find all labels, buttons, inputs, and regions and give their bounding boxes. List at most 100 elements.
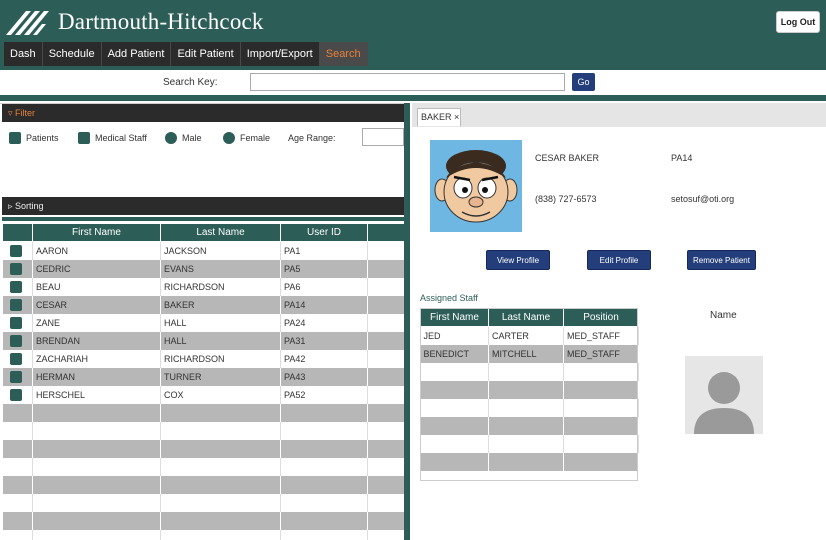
- row-checkbox[interactable]: [9, 244, 22, 257]
- table-row[interactable]: HERMAN TURNER PA43: [2, 367, 405, 386]
- go-button[interactable]: Go: [572, 73, 595, 91]
- staff-last-name-cell: CARTER: [488, 326, 564, 345]
- filter-male-option[interactable]: Male: [165, 131, 202, 145]
- row-select-cell: [2, 241, 33, 260]
- empty-staff-row: [420, 416, 639, 435]
- row-checkbox[interactable]: [9, 280, 22, 293]
- staff-col-last-name[interactable]: Last Name: [488, 308, 564, 327]
- empty-cell: [32, 511, 161, 530]
- row-checkbox[interactable]: [9, 334, 22, 347]
- empty-cell: [563, 398, 639, 417]
- empty-cell: [160, 457, 281, 476]
- empty-cell: [280, 511, 368, 530]
- first-name-cell: BEAU: [32, 277, 161, 296]
- empty-cell: [160, 493, 281, 512]
- empty-cell: [32, 403, 161, 422]
- row-checkbox[interactable]: [9, 370, 22, 383]
- user-id-cell: PA24: [280, 313, 368, 332]
- staff-position-cell: MED_STAFF: [563, 344, 639, 363]
- nav-tab-import-export[interactable]: Import/Export: [241, 42, 320, 66]
- table-row[interactable]: CESAR BAKER PA14: [2, 295, 405, 314]
- filter-female-option[interactable]: Female: [223, 131, 270, 145]
- male-radio[interactable]: [165, 132, 177, 144]
- view-profile-button[interactable]: View Profile: [486, 250, 550, 270]
- staff-row[interactable]: BENEDICT MITCHELL MED_STAFF: [420, 344, 639, 363]
- table-row[interactable]: ZANE HALL PA24: [2, 313, 405, 332]
- empty-cell: [367, 457, 405, 476]
- filter-patients-option[interactable]: Patients: [9, 131, 59, 145]
- extra-cell: [367, 331, 405, 350]
- sorting-header[interactable]: ▹ Sorting: [2, 197, 404, 215]
- first-name-cell: HERSCHEL: [32, 385, 161, 404]
- empty-cell: [2, 475, 33, 494]
- age-range-input[interactable]: [362, 128, 404, 146]
- empty-cell: [367, 403, 405, 422]
- extra-cell: [367, 385, 405, 404]
- first-name-cell: ZACHARIAH: [32, 349, 161, 368]
- empty-cell: [2, 439, 33, 458]
- table-row[interactable]: CEDRIC EVANS PA5: [2, 259, 405, 278]
- col-last-name-header[interactable]: Last Name: [160, 223, 281, 242]
- main-nav: Dash Schedule Add Patient Edit Patient I…: [4, 42, 368, 66]
- filter-medical-staff-option[interactable]: Medical Staff: [78, 131, 147, 145]
- empty-cell: [2, 529, 33, 540]
- panel-separator[interactable]: [404, 103, 410, 540]
- last-name-cell: TURNER: [160, 367, 281, 386]
- nav-tab-edit-patient[interactable]: Edit Patient: [171, 42, 241, 66]
- patient-user-id: PA14: [671, 153, 693, 163]
- empty-cell: [420, 452, 489, 471]
- col-user-id-header[interactable]: User ID: [280, 223, 368, 242]
- search-input[interactable]: [250, 73, 565, 91]
- table-row[interactable]: BEAU RICHARDSON PA6: [2, 277, 405, 296]
- logo-mark-icon: [6, 11, 49, 35]
- medical-staff-checkbox[interactable]: [78, 132, 90, 144]
- nav-tab-dash[interactable]: Dash: [4, 42, 43, 66]
- staff-first-name-cell: JED: [420, 326, 489, 345]
- nav-tab-schedule[interactable]: Schedule: [43, 42, 102, 66]
- table-row[interactable]: HERSCHEL COX PA52: [2, 385, 405, 404]
- staff-col-first-name[interactable]: First Name: [420, 308, 489, 327]
- staff-col-position[interactable]: Position: [563, 308, 639, 327]
- patients-checkbox[interactable]: [9, 132, 21, 144]
- empty-cell: [563, 362, 639, 381]
- last-name-cell: EVANS: [160, 259, 281, 278]
- empty-cell: [488, 362, 564, 381]
- row-checkbox[interactable]: [9, 298, 22, 311]
- extra-cell: [367, 295, 405, 314]
- empty-cell: [2, 493, 33, 512]
- row-checkbox[interactable]: [9, 262, 22, 275]
- chevron-right-icon: ▹: [8, 201, 16, 211]
- logout-button[interactable]: Log Out: [776, 11, 820, 33]
- user-id-cell: PA5: [280, 259, 368, 278]
- empty-table-row: [2, 457, 405, 476]
- table-row[interactable]: BRENDAN HALL PA31: [2, 331, 405, 350]
- male-label: Male: [182, 133, 202, 143]
- row-select-cell: [2, 349, 33, 368]
- col-select-header[interactable]: [2, 223, 33, 242]
- row-checkbox[interactable]: [9, 316, 22, 329]
- row-checkbox[interactable]: [9, 388, 22, 401]
- row-select-cell: [2, 277, 33, 296]
- empty-cell: [488, 380, 564, 399]
- empty-staff-row: [420, 452, 639, 471]
- nav-tab-search[interactable]: Search: [319, 42, 368, 66]
- empty-cell: [160, 511, 281, 530]
- extra-cell: [367, 349, 405, 368]
- table-row[interactable]: ZACHARIAH RICHARDSON PA42: [2, 349, 405, 368]
- nav-tab-add-patient[interactable]: Add Patient: [102, 42, 172, 66]
- extra-cell: [367, 259, 405, 278]
- edit-profile-button[interactable]: Edit Profile: [587, 250, 651, 270]
- filter-header[interactable]: ▿ Filter: [2, 104, 404, 122]
- female-radio[interactable]: [223, 132, 235, 144]
- detail-tab[interactable]: BAKER ×: [417, 108, 461, 126]
- staff-row[interactable]: JED CARTER MED_STAFF: [420, 326, 639, 345]
- remove-patient-button[interactable]: Remove Patient: [687, 250, 756, 270]
- col-first-name-header[interactable]: First Name: [32, 223, 161, 242]
- empty-cell: [2, 403, 33, 422]
- row-checkbox[interactable]: [9, 352, 22, 365]
- table-row[interactable]: AARON JACKSON PA1: [2, 241, 405, 260]
- detail-tab-bar: [412, 103, 826, 127]
- extra-cell: [367, 313, 405, 332]
- empty-cell: [32, 529, 161, 540]
- empty-cell: [488, 434, 564, 453]
